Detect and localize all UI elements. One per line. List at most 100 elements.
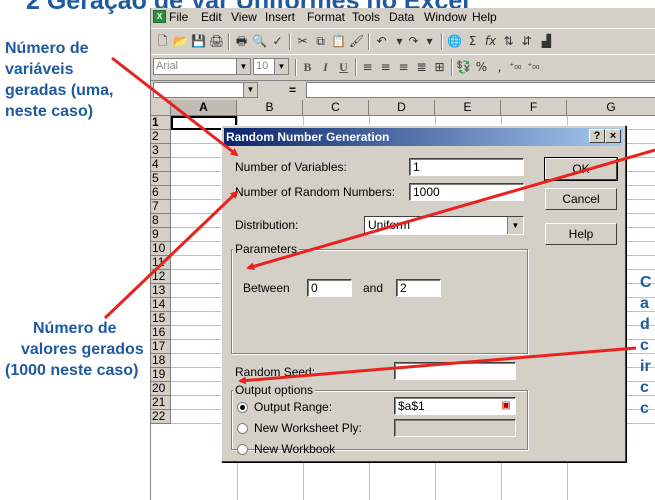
- row-header[interactable]: 1: [151, 116, 171, 130]
- help-question-icon[interactable]: ?: [589, 129, 605, 143]
- row-header[interactable]: 17: [151, 340, 171, 354]
- increase-decimal-icon[interactable]: ⁺₀₀: [507, 59, 524, 75]
- undo-icon[interactable]: ↶: [373, 33, 390, 49]
- cut-icon[interactable]: ✂: [294, 33, 311, 49]
- chevron-down-icon[interactable]: ▼: [236, 59, 250, 74]
- col-header-a[interactable]: A: [171, 100, 237, 116]
- between-label: Between: [243, 281, 290, 295]
- font-name-combo[interactable]: Arial ▼: [153, 58, 251, 75]
- new-icon[interactable]: 🗋: [154, 33, 171, 49]
- row-header[interactable]: 22: [151, 410, 171, 424]
- justify-icon[interactable]: ≣: [413, 59, 430, 75]
- decrease-decimal-icon[interactable]: ⁺₀₀: [525, 59, 542, 75]
- row-header[interactable]: 15: [151, 312, 171, 326]
- ok-button[interactable]: OK: [544, 157, 618, 181]
- chevron-down-icon[interactable]: ▼: [507, 217, 523, 234]
- name-box[interactable]: ▼: [153, 82, 258, 98]
- col-header-g[interactable]: G: [567, 100, 655, 116]
- merge-center-icon[interactable]: ⊞: [431, 59, 448, 75]
- row-header[interactable]: 14: [151, 298, 171, 312]
- output-range-input[interactable]: $a$1 ▣: [394, 397, 516, 415]
- new-worksheet-ply-radio[interactable]: [237, 423, 248, 434]
- collapse-dialog-icon[interactable]: ▣: [499, 399, 513, 413]
- underline-icon[interactable]: U: [335, 59, 352, 75]
- menu-edit[interactable]: Edit: [201, 10, 222, 24]
- row-header[interactable]: 2: [151, 130, 171, 144]
- comma-icon[interactable]: ,: [491, 59, 508, 75]
- between-input[interactable]: 0: [307, 279, 352, 297]
- menu-window[interactable]: Window: [424, 10, 467, 24]
- row-header[interactable]: 16: [151, 326, 171, 340]
- paste-icon[interactable]: 📋: [330, 33, 347, 49]
- sort-ascending-icon[interactable]: ⇅: [500, 33, 517, 49]
- chevron-down-icon[interactable]: ▼: [274, 59, 288, 74]
- row-header[interactable]: 20: [151, 382, 171, 396]
- menu-data[interactable]: Data: [389, 10, 414, 24]
- col-header-d[interactable]: D: [369, 100, 435, 116]
- sort-descending-icon[interactable]: ⇵: [518, 33, 535, 49]
- col-header-f[interactable]: F: [501, 100, 567, 116]
- align-right-icon[interactable]: ≡: [395, 59, 412, 75]
- num-random-input[interactable]: 1000: [409, 183, 524, 201]
- bold-icon[interactable]: B: [299, 59, 316, 75]
- row-header[interactable]: 3: [151, 144, 171, 158]
- chart-wizard-icon[interactable]: ▟: [538, 33, 555, 49]
- row-header[interactable]: 19: [151, 368, 171, 382]
- menu-format[interactable]: Format: [307, 10, 345, 24]
- random-seed-input[interactable]: [394, 362, 516, 380]
- format-painter-icon[interactable]: 🖌: [348, 33, 365, 49]
- col-header-e[interactable]: E: [435, 100, 501, 116]
- formula-input[interactable]: [306, 82, 655, 98]
- row-header[interactable]: 8: [151, 214, 171, 228]
- menu-help[interactable]: Help: [472, 10, 497, 24]
- function-icon[interactable]: fx: [482, 33, 499, 49]
- copy-icon[interactable]: ⧉: [312, 33, 329, 49]
- and-input[interactable]: 2: [396, 279, 441, 297]
- formula-equals[interactable]: =: [289, 83, 296, 97]
- print-icon[interactable]: 🖶: [233, 33, 250, 49]
- close-icon[interactable]: ×: [605, 129, 621, 143]
- row-header[interactable]: 6: [151, 186, 171, 200]
- row-header[interactable]: 5: [151, 172, 171, 186]
- col-header-c[interactable]: C: [303, 100, 369, 116]
- autosum-icon[interactable]: Σ: [464, 33, 481, 49]
- italic-icon[interactable]: I: [317, 59, 334, 75]
- cancel-button[interactable]: Cancel: [545, 188, 617, 210]
- new-worksheet-ply-input[interactable]: [394, 419, 516, 437]
- menu-tools[interactable]: Tools: [352, 10, 380, 24]
- spelling-icon[interactable]: ✓: [269, 33, 286, 49]
- row-header[interactable]: 11: [151, 256, 171, 270]
- distribution-select[interactable]: Uniform ▼: [364, 216, 524, 235]
- percent-icon[interactable]: %: [473, 59, 490, 75]
- permission-icon[interactable]: 🖨: [208, 33, 225, 49]
- align-left-icon[interactable]: ≡: [359, 59, 376, 75]
- row-header[interactable]: 12: [151, 270, 171, 284]
- currency-icon[interactable]: 💱: [455, 59, 472, 75]
- hyperlink-icon[interactable]: 🌐: [446, 33, 463, 49]
- menu-file[interactable]: File: [169, 10, 188, 24]
- num-variables-input[interactable]: 1: [409, 158, 524, 176]
- output-range-radio[interactable]: [237, 402, 248, 413]
- row-header[interactable]: 21: [151, 396, 171, 410]
- row-header[interactable]: 4: [151, 158, 171, 172]
- select-all-corner[interactable]: [151, 100, 171, 116]
- redo-icon[interactable]: ↷: [405, 33, 422, 49]
- row-header[interactable]: 7: [151, 200, 171, 214]
- menu-insert[interactable]: Insert: [265, 10, 295, 24]
- help-button[interactable]: Help: [545, 223, 617, 245]
- align-center-icon[interactable]: ≡: [377, 59, 394, 75]
- row-header[interactable]: 9: [151, 228, 171, 242]
- redo-dropdown-icon[interactable]: ▾: [421, 33, 438, 49]
- chevron-down-icon[interactable]: ▼: [243, 83, 257, 97]
- open-icon[interactable]: 📂: [172, 33, 189, 49]
- row-header[interactable]: 18: [151, 354, 171, 368]
- font-size-combo[interactable]: 10 ▼: [253, 58, 289, 75]
- row-header[interactable]: 10: [151, 242, 171, 256]
- excel-doc-icon[interactable]: X: [153, 10, 166, 23]
- menu-view[interactable]: View: [231, 10, 257, 24]
- row-header[interactable]: 13: [151, 284, 171, 298]
- save-icon[interactable]: 💾: [190, 33, 207, 49]
- print-preview-icon[interactable]: 🔍: [251, 33, 268, 49]
- new-workbook-radio[interactable]: [237, 444, 248, 455]
- col-header-b[interactable]: B: [237, 100, 303, 116]
